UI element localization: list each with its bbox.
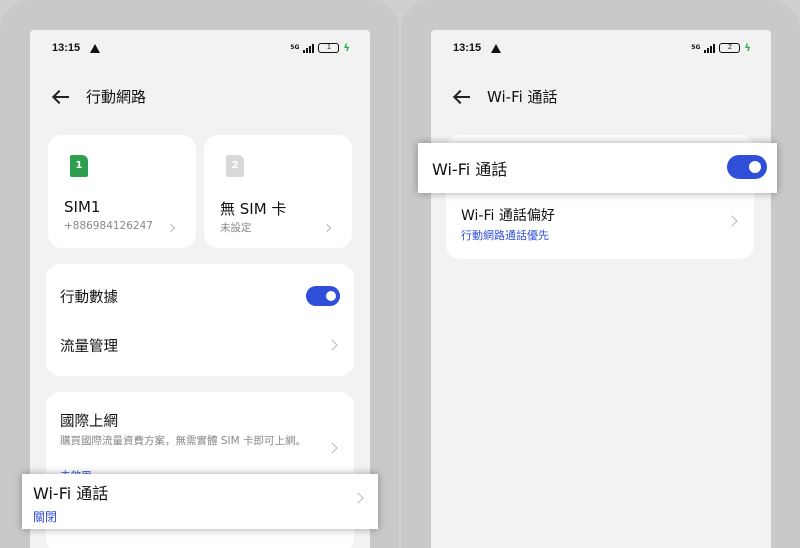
page-title: Wi-Fi 通話: [487, 88, 558, 106]
sim2-status: 未設定: [220, 222, 252, 234]
sim2-name: 無 SIM 卡: [220, 200, 287, 218]
chevron-right-icon: [166, 223, 176, 233]
mobile-data-toggle[interactable]: [306, 286, 340, 306]
status-bar: 13:15 5G 2 ϟ: [453, 40, 751, 56]
status-time: 13:15: [52, 42, 81, 54]
sim-card-icon: 1: [70, 155, 88, 177]
chevron-right-icon: [322, 223, 332, 233]
wifi-calling-screen: 13:15 5G 2 ϟ Wi-Fi 通話 Wi-Fi 通話偏好 行動網路通話優…: [431, 30, 771, 548]
back-arrow-icon[interactable]: [52, 88, 70, 106]
chevron-right-icon: [726, 215, 738, 227]
signal-type-label: 5G: [290, 44, 300, 51]
signal-icon: [303, 43, 315, 53]
wifi-calling-toggle-label: Wi-Fi 通話: [432, 160, 508, 179]
warning-icon: [491, 43, 502, 53]
mobile-data-card: 行動數據 流量管理: [46, 264, 354, 376]
status-time: 13:15: [453, 42, 482, 54]
mobile-data-label: 行動數據: [60, 290, 118, 306]
wifi-calling-toggle-highlight: Wi-Fi 通話: [418, 143, 777, 193]
battery-icon: 1: [318, 43, 340, 53]
mobile-network-screen: 13:15 5G 1 ϟ 行動網路 1 SIM1 +886984126247 2…: [30, 30, 370, 548]
phone-frame-left: 13:15 5G 1 ϟ 行動網路 1 SIM1 +886984126247 2…: [0, 0, 399, 548]
wifi-calling-row-highlight[interactable]: Wi-Fi 通話 關閉: [22, 474, 378, 529]
chevron-right-icon: [352, 492, 364, 504]
data-usage-label: 流量管理: [60, 339, 118, 355]
charging-bolt-icon: ϟ: [744, 42, 751, 54]
status-bar: 13:15 5G 1 ϟ: [52, 40, 350, 56]
signal-icon: [704, 43, 716, 53]
page-title: 行動網路: [86, 88, 147, 106]
sim1-name: SIM1: [64, 198, 101, 216]
signal-type-label: 5G: [691, 44, 701, 51]
chevron-right-icon: [326, 442, 338, 454]
roaming-title: 國際上網: [60, 414, 118, 430]
sim-card-icon: 2: [226, 155, 244, 177]
wifi-calling-preference-label: Wi-Fi 通話偏好: [461, 208, 555, 224]
sim1-number: +886984126247: [64, 220, 153, 232]
roaming-description: 購買國際流量資費方案，無需實體 SIM 卡即可上網。: [60, 435, 306, 447]
page-header: Wi-Fi 通話: [453, 86, 558, 107]
page-header: 行動網路: [52, 86, 146, 107]
chevron-right-icon: [326, 339, 338, 351]
battery-icon: 2: [719, 43, 741, 53]
wifi-calling-title: Wi-Fi 通話: [33, 484, 109, 503]
wifi-calling-toggle[interactable]: [727, 155, 767, 179]
wifi-calling-status: 關閉: [33, 510, 58, 524]
sim1-card[interactable]: 1 SIM1 +886984126247: [48, 135, 196, 248]
charging-bolt-icon: ϟ: [343, 42, 350, 54]
warning-icon: [90, 43, 101, 53]
phone-frame-right: 13:15 5G 2 ϟ Wi-Fi 通話 Wi-Fi 通話偏好 行動網路通話優…: [401, 0, 800, 548]
wifi-calling-preference-value: 行動網路通話優先: [461, 229, 549, 242]
back-arrow-icon[interactable]: [453, 88, 471, 106]
sim2-card[interactable]: 2 無 SIM 卡 未設定: [204, 135, 352, 248]
